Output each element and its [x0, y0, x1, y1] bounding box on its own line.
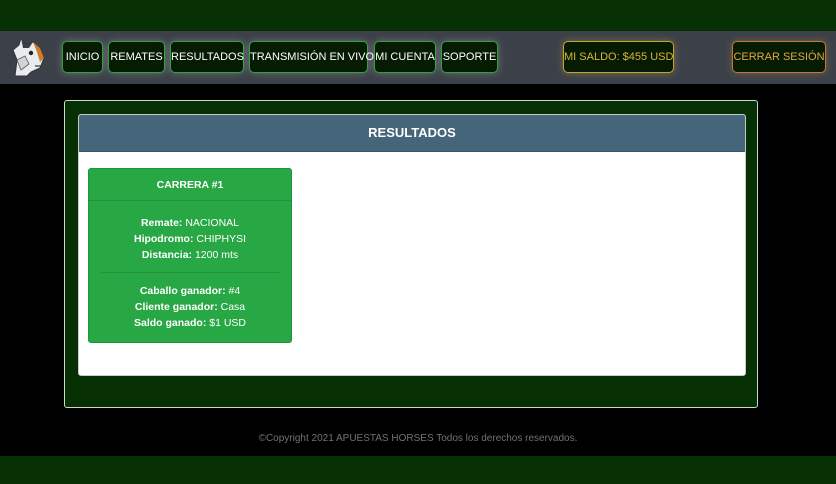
footer-copyright: ©Copyright 2021 APUESTAS HORSES Todos lo… [258, 433, 578, 444]
distancia-label: Distancia: [141, 249, 193, 261]
race-divider [101, 272, 279, 273]
race-caballo-ganador: Caballo ganador: #4 [89, 283, 291, 299]
distancia-value: 1200 mts [194, 249, 239, 261]
caballo-value: #4 [228, 285, 241, 297]
horse-logo-icon[interactable] [7, 36, 47, 78]
remate-label: Remate: [140, 217, 183, 229]
cliente-value: Casa [220, 301, 246, 313]
top-band [0, 0, 836, 31]
race-saldo-ganado: Saldo ganado: $1 USD [89, 315, 291, 331]
race-distancia: Distancia: 1200 mts [89, 247, 291, 263]
saldo-ganado-value: $1 USD [209, 317, 247, 329]
hipodromo-label: Hipodromo: [133, 233, 194, 245]
page-title: RESULTADOS [79, 115, 745, 152]
results-container: RESULTADOS CARRERA #1 Remate: NACIONAL H… [64, 100, 758, 408]
race-remate: Remate: NACIONAL [89, 215, 291, 231]
nav-inicio[interactable]: INICIO [62, 41, 103, 73]
nav-remates[interactable]: REMATES [108, 41, 165, 73]
caballo-label: Caballo ganador: [139, 285, 226, 297]
race-title: CARRERA #1 [89, 169, 291, 201]
nav-soporte[interactable]: SOPORTE [441, 41, 498, 73]
saldo-ganado-label: Saldo ganado: [133, 317, 207, 329]
bottom-band [0, 456, 836, 484]
hipodromo-value: CHIPHYSI [196, 233, 246, 245]
nav-resultados[interactable]: RESULTADOS [170, 41, 244, 73]
saldo-button[interactable]: MI SALDO: $455 USD [563, 41, 674, 73]
race-cliente-ganador: Cliente ganador: Casa [89, 299, 291, 315]
navbar: INICIO REMATES RESULTADOS TRANSMISIÓN EN… [0, 31, 836, 84]
logout-button[interactable]: CERRAR SESIÓN [732, 41, 826, 73]
cliente-label: Cliente ganador: [134, 301, 218, 313]
remate-value: NACIONAL [185, 217, 240, 229]
race-hipodromo: Hipodromo: CHIPHYSI [89, 231, 291, 247]
results-card: RESULTADOS CARRERA #1 Remate: NACIONAL H… [78, 114, 746, 376]
race-card: CARRERA #1 Remate: NACIONAL Hipodromo: C… [88, 168, 292, 343]
nav-transmision-en-vivo[interactable]: TRANSMISIÓN EN VIVO [249, 41, 374, 73]
nav-mi-cuenta[interactable]: MI CUENTA [374, 41, 436, 73]
